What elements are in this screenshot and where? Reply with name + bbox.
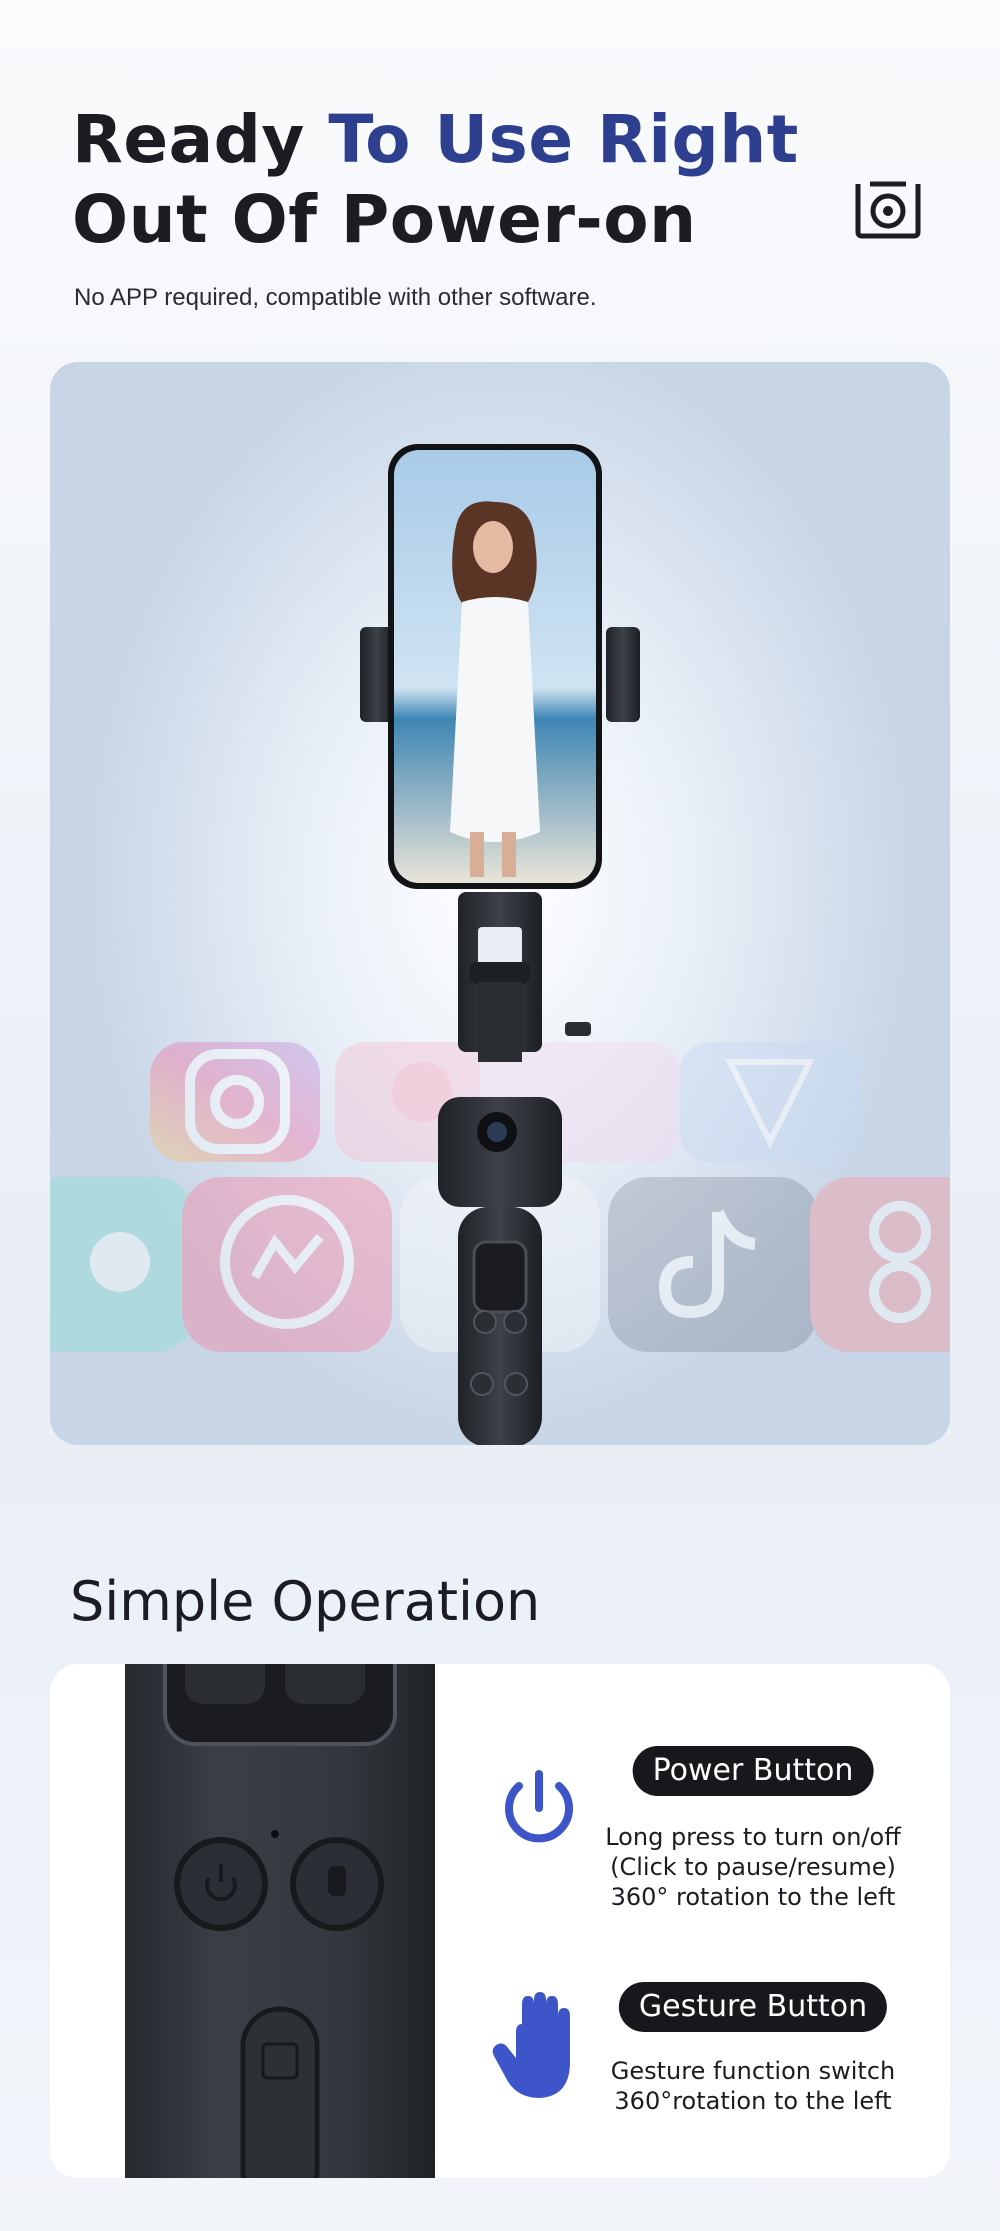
power-button-description: Long press to turn on/off (Click to paus… [573, 1822, 933, 1912]
power-desc-line: Long press to turn on/off [605, 1823, 901, 1851]
operation-card: Power Button Long press to turn on/off (… [50, 1664, 950, 2178]
hero-title-line2: Out Of Power-on [72, 181, 697, 258]
gesture-button-description: Gesture function switch 360°rotation to … [573, 2056, 933, 2116]
gesture-desc-line: Gesture function switch [610, 2057, 896, 2085]
power-button-label: Power Button [632, 1746, 874, 1796]
section-title: Simple Operation [70, 1570, 541, 1633]
gesture-desc-line: 360°rotation to the left [614, 2087, 892, 2115]
gimbal-device [360, 444, 640, 1445]
hero-subtitle: No APP required, compatible with other s… [74, 284, 597, 311]
power-desc-line: 360° rotation to the left [610, 1883, 896, 1911]
hero-title-part1: Ready [72, 101, 329, 178]
camera-icon [855, 181, 921, 239]
power-desc-line: (Click to pause/resume) [610, 1853, 896, 1881]
hero-title-accent: To Use Right [328, 101, 799, 178]
handle-closeup-image [125, 1664, 435, 2178]
power-icon [505, 1770, 573, 1843]
product-image [50, 362, 950, 1445]
gesture-button-label: Gesture Button [618, 1982, 888, 2032]
hand-icon [492, 1992, 570, 2098]
hero-title: Ready To Use Right Out Of Power-on [72, 100, 799, 260]
